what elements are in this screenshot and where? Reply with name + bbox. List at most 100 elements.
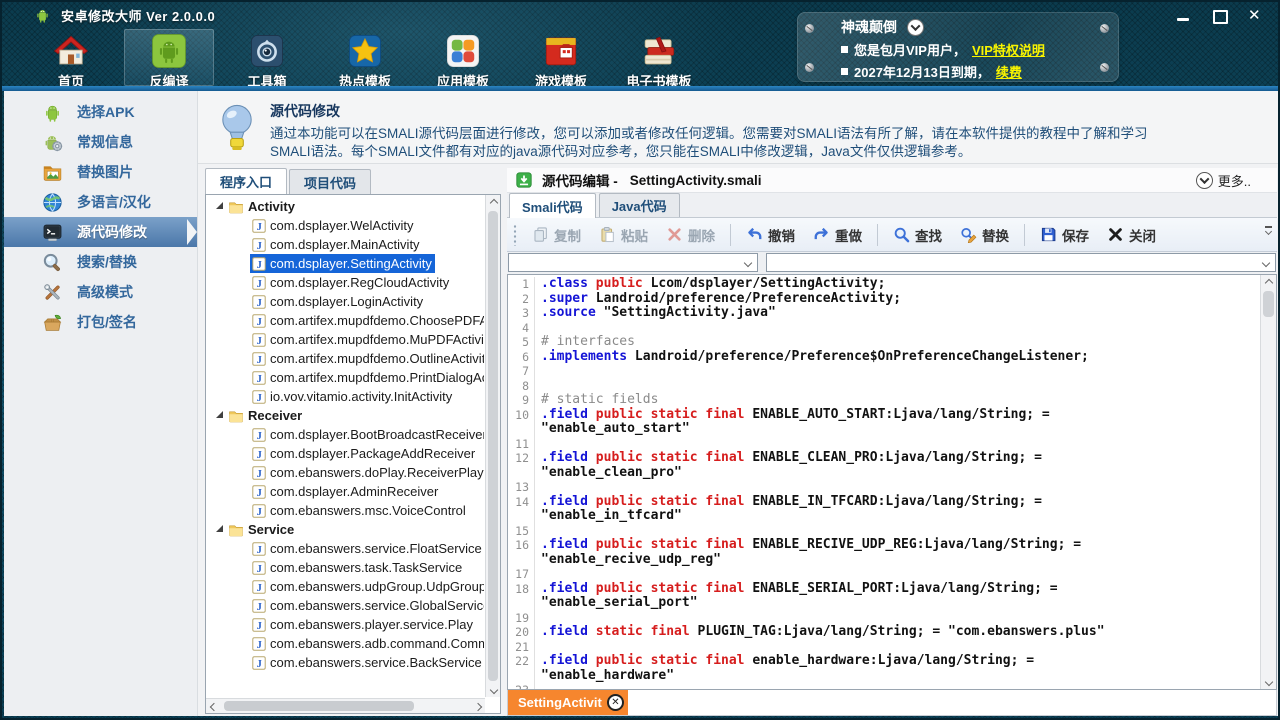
java-file-icon: J	[251, 465, 267, 481]
class-tree-panel: 程序入口项目代码 ActivityJcom.dsplayer.WelActivi…	[205, 168, 501, 716]
nav-item-books[interactable]: 电子书模板	[614, 29, 704, 86]
code-line: .field public static final ENABLE_RECIVE…	[535, 538, 1081, 553]
tree-folder-row[interactable]: Receiver	[206, 406, 484, 425]
feature-title: 源代码修改	[270, 101, 1148, 121]
code-line: .class public Lcom/dsplayer/SettingActiv…	[535, 277, 885, 292]
tree-item-row[interactable]: Jcom.ebanswers.service.GlobalService	[206, 596, 484, 615]
more-button[interactable]: 更多..	[1196, 171, 1251, 190]
toolbar-button-undo[interactable]: 撤销	[737, 221, 804, 249]
sidebar-item-globe[interactable]: 多语言/汉化	[4, 187, 197, 217]
tree-item-row[interactable]: Jcom.dsplayer.MainActivity	[206, 235, 484, 254]
tree-item-row[interactable]: Jcom.artifex.mupdfdemo.OutlineActivity	[206, 349, 484, 368]
close-button[interactable]: ✕	[1248, 10, 1262, 22]
tree-item-row[interactable]: Jcom.ebanswers.service.FloatService	[206, 539, 484, 558]
tree-tab[interactable]: 项目代码	[289, 169, 371, 194]
nav-item-android[interactable]: 反编译	[124, 29, 214, 86]
line-number: 4	[508, 321, 535, 336]
renew-link[interactable]: 续费	[996, 62, 1022, 81]
editor-tab[interactable]: Java代码	[599, 193, 680, 217]
toolbar-button-replace[interactable]: 替换	[951, 221, 1018, 249]
sidebar-item-android-gear[interactable]: 常规信息	[4, 127, 197, 157]
open-files-tabbar: SettingActivit	[507, 690, 1277, 716]
books-icon	[638, 32, 680, 70]
code-row: 14.field public static final ENABLE_IN_T…	[508, 495, 1259, 510]
code-area[interactable]: 1.class public Lcom/dsplayer/SettingActi…	[507, 274, 1277, 690]
find-icon	[893, 226, 910, 243]
vip-info-link[interactable]: VIP特权说明	[972, 40, 1045, 59]
svg-text:J: J	[257, 659, 262, 670]
tree-item-row[interactable]: Jio.vov.vitamio.activity.InitActivity	[206, 387, 484, 406]
toolbar-button-paste[interactable]: 粘贴	[590, 221, 657, 249]
tree-item: Jio.vov.vitamio.activity.InitActivity	[250, 387, 455, 406]
java-file-icon: J	[251, 370, 267, 386]
tree-horizontal-scrollbar[interactable]	[206, 698, 485, 713]
member-dropdown[interactable]	[766, 253, 1276, 272]
tree-item-row[interactable]: Jcom.artifex.mupdfdemo.MuPDFActivity	[206, 330, 484, 349]
tree-item-row[interactable]: Jcom.ebanswers.adb.command.Command	[206, 634, 484, 653]
toolbar-button-del[interactable]: 删除	[657, 221, 724, 249]
toolbar-grip[interactable]	[513, 224, 517, 246]
maximize-button[interactable]	[1212, 10, 1226, 22]
tree-item-row[interactable]: Jcom.dsplayer.SettingActivity	[206, 254, 484, 273]
tree-item-row[interactable]: Jcom.artifex.mupdfdemo.PrintDialogActivi…	[206, 368, 484, 387]
editor-tab[interactable]: Smali代码	[509, 193, 596, 218]
tree-item-row[interactable]: Jcom.dsplayer.PackageAddReceiver	[206, 444, 484, 463]
tree-item-row[interactable]: Jcom.dsplayer.RegCloudActivity	[206, 273, 484, 292]
svg-text:J: J	[257, 298, 262, 309]
line-number: 7	[508, 364, 535, 379]
type-dropdown[interactable]	[508, 253, 758, 272]
tree-item-row[interactable]: Jcom.ebanswers.service.BackService	[206, 653, 484, 672]
tree-item: Jcom.artifex.mupdfdemo.PrintDialogActivi…	[250, 368, 484, 387]
tree-item-row[interactable]: Jcom.dsplayer.LoginActivity	[206, 292, 484, 311]
tree-vertical-scrollbar[interactable]	[485, 195, 500, 697]
open-file-tab[interactable]: SettingActivit	[508, 690, 628, 715]
tree-folder-row[interactable]: Activity	[206, 197, 484, 216]
tree-item-row[interactable]: Jcom.ebanswers.udpGroup.UdpGroup	[206, 577, 484, 596]
svg-text:J: J	[257, 602, 262, 613]
user-menu-button[interactable]	[907, 19, 924, 36]
nav-item-star[interactable]: 热点模板	[320, 29, 410, 86]
sidebar-item-tools[interactable]: 高级模式	[4, 277, 197, 307]
tree-item: Jcom.ebanswers.service.BackService	[250, 653, 484, 672]
tree-item-row[interactable]: Jcom.ebanswers.msc.VoiceControl	[206, 501, 484, 520]
tree-item-label: com.artifex.mupdfdemo.OutlineActivity	[270, 351, 484, 366]
toolbar-button-label: 删除	[688, 225, 715, 245]
toolbar-button-closex[interactable]: 关闭	[1098, 221, 1165, 249]
open-file-tab-label: SettingActivit	[518, 695, 602, 710]
sidebar-item-terminal[interactable]: 源代码修改	[4, 217, 197, 247]
nav-item-toolbox[interactable]: 工具箱	[222, 29, 312, 86]
code-line	[535, 567, 541, 582]
toolbar-overflow-button[interactable]	[1262, 226, 1274, 234]
nav-item-home[interactable]: 首页	[26, 29, 116, 86]
toolbar-button-find[interactable]: 查找	[884, 221, 951, 249]
tree-item-row[interactable]: Jcom.ebanswers.player.service.Play	[206, 615, 484, 634]
sidebar-item-folder-image[interactable]: 替换图片	[4, 157, 197, 187]
sidebar-item-android-green[interactable]: 选择APK	[4, 97, 197, 127]
tree-item-row[interactable]: Jcom.ebanswers.doPlay.ReceiverPlay	[206, 463, 484, 482]
line-number: 22	[508, 654, 535, 669]
tree-item-row[interactable]: Jcom.dsplayer.BootBroadcastReceiver	[206, 425, 484, 444]
tree-folder-row[interactable]: Service	[206, 520, 484, 539]
toolbar-button-redo[interactable]: 重做	[804, 221, 871, 249]
tree-item-row[interactable]: Jcom.ebanswers.task.TaskService	[206, 558, 484, 577]
tree-item-row[interactable]: Jcom.artifex.mupdfdemo.ChoosePDFActivity	[206, 311, 484, 330]
tree-item-row[interactable]: Jcom.dsplayer.AdminReceiver	[206, 482, 484, 501]
toolbar-button-save[interactable]: 保存	[1031, 221, 1098, 249]
line-number: 20	[508, 625, 535, 640]
nav-item-game[interactable]: 游戏模板	[516, 29, 606, 86]
java-file-icon: J	[251, 655, 267, 671]
toolbar-button-copy[interactable]: 复制	[523, 221, 590, 249]
sidebar-item-magnifier[interactable]: 搜索/替换	[4, 247, 197, 277]
minimize-button[interactable]	[1176, 10, 1190, 22]
close-tab-icon[interactable]	[607, 694, 624, 711]
code-vertical-scrollbar[interactable]	[1260, 275, 1276, 689]
code-row: 8	[508, 379, 1259, 394]
folder-icon	[228, 199, 244, 215]
tree-tab[interactable]: 程序入口	[205, 168, 287, 194]
tree-item-label: com.ebanswers.service.BackService	[270, 655, 482, 670]
sidebar-item-package[interactable]: 打包/签名	[4, 307, 197, 337]
tree-item-row[interactable]: Jcom.dsplayer.WelActivity	[206, 216, 484, 235]
nav-item-apps[interactable]: 应用模板	[418, 29, 508, 86]
line-number	[508, 596, 535, 611]
tree-item-label: com.ebanswers.player.service.Play	[270, 617, 473, 632]
